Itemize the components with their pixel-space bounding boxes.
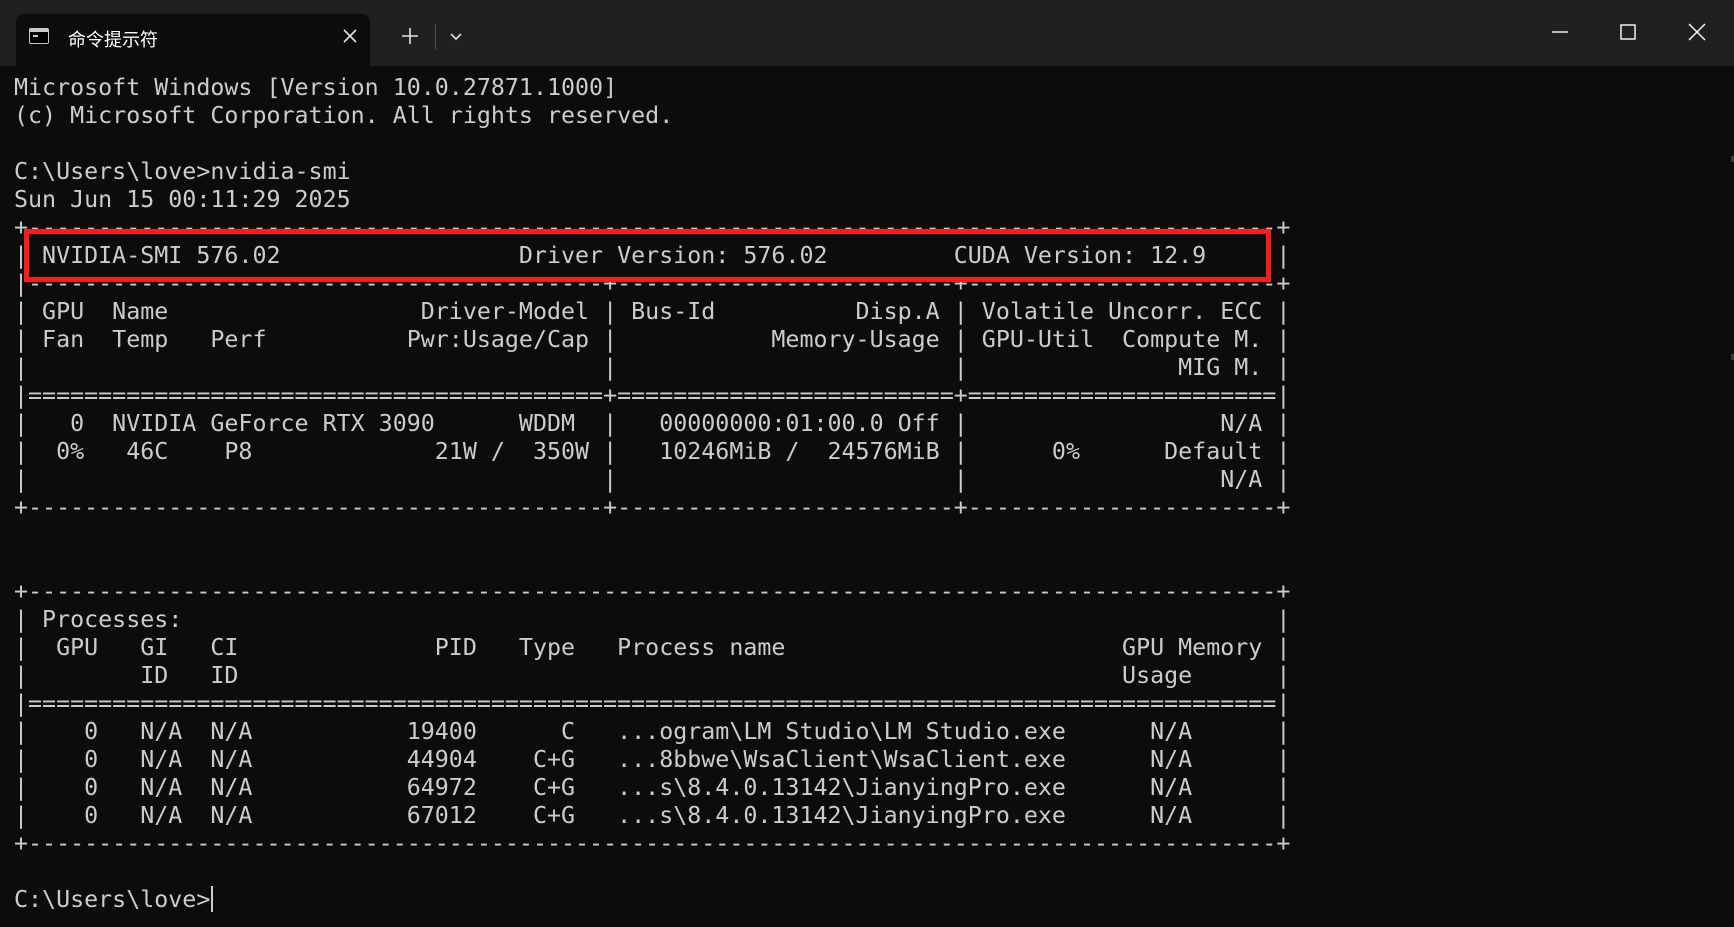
tab-close-button[interactable] — [338, 24, 362, 48]
highlight-annotation — [24, 229, 1271, 282]
terminal-line: | 0 N/A N/A 19400 C ...ogram\LM Studio\L… — [14, 718, 1291, 745]
terminal-line: | | | N/A | — [14, 466, 1291, 493]
terminal-line: (c) Microsoft Corporation. All rights re… — [14, 102, 674, 129]
terminal-line: Sun Jun 15 00:11:29 2025 — [14, 186, 351, 213]
chevron-down-icon — [450, 33, 462, 41]
terminal-line: |=======================================… — [14, 690, 1291, 717]
terminal-line: | GPU Name Driver-Model | Bus-Id Disp.A … — [14, 298, 1291, 325]
terminal-line: | 0 N/A N/A 44904 C+G ...8bbwe\WsaClient… — [14, 746, 1291, 773]
tab-title: 命令提示符 — [68, 30, 158, 51]
terminal-line: +---------------------------------------… — [14, 578, 1291, 605]
terminal-line: | GPU GI CI PID Type Process name GPU Me… — [14, 634, 1291, 661]
terminal-icon — [29, 28, 49, 44]
terminal-line: |=======================================… — [14, 382, 1291, 409]
minimize-button[interactable] — [1540, 12, 1580, 52]
terminal-line: | | | MIG M. | — [14, 354, 1291, 381]
terminal-line: | Processes: | — [14, 606, 1291, 633]
text-cursor — [211, 886, 214, 912]
prompt: C:\Users\love> — [14, 886, 211, 913]
tab-command-prompt[interactable]: 命令提示符 — [16, 14, 370, 66]
new-tab-button[interactable] — [396, 22, 424, 50]
tab-divider — [435, 24, 436, 50]
terminal-line: | 0 NVIDIA GeForce RTX 3090 WDDM | 00000… — [14, 410, 1291, 437]
close-icon — [343, 29, 357, 43]
prompt-line[interactable]: C:\Users\love> — [14, 886, 1290, 914]
terminal-line: | 0 N/A N/A 64972 C+G ...s\8.4.0.13142\J… — [14, 774, 1291, 801]
close-icon — [1688, 23, 1706, 41]
title-bar[interactable]: 命令提示符 — [0, 0, 1734, 66]
terminal-line: | 0% 46C P8 21W / 350W | 10246MiB / 2457… — [14, 438, 1291, 465]
terminal-line: Microsoft Windows [Version 10.0.27871.10… — [14, 74, 618, 101]
close-window-button[interactable] — [1677, 12, 1717, 52]
terminal-line: | ID ID Usage | — [14, 662, 1291, 689]
minimize-icon — [1552, 31, 1568, 33]
maximize-icon — [1620, 24, 1636, 40]
plus-icon — [402, 28, 418, 44]
maximize-button[interactable] — [1608, 12, 1648, 52]
terminal-window: 命令提示符 Microsoft Windows [Version 10.0.27… — [0, 0, 1734, 927]
terminal-output[interactable]: Microsoft Windows [Version 10.0.27871.10… — [14, 74, 1290, 914]
terminal-line: C:\Users\love>nvidia-smi — [14, 158, 351, 185]
terminal-line: | 0 N/A N/A 67012 C+G ...s\8.4.0.13142\J… — [14, 802, 1291, 829]
new-tab-dropdown-button[interactable] — [444, 22, 468, 50]
terminal-line: +---------------------------------------… — [14, 494, 1291, 521]
terminal-line: | Fan Temp Perf Pwr:Usage/Cap | Memory-U… — [14, 326, 1291, 353]
terminal-line: +---------------------------------------… — [14, 830, 1291, 857]
